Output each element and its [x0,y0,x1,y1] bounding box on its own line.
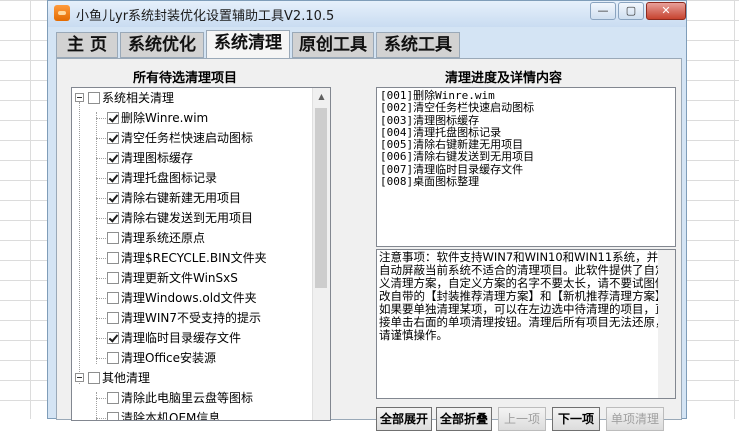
tree-item-label: 清理WIN7不受支持的提示 [121,311,262,325]
checkbox[interactable] [107,252,119,264]
right-panel-heading: 清理进度及详情内容 [445,71,563,86]
notice-text: 注意事项：软件支持WIN7和WIN10和WIN11系统，并且自动屏蔽当前系统不适… [379,250,673,342]
tree-vertical-scrollbar[interactable]: ▲ [312,88,330,420]
checkbox[interactable] [107,332,119,344]
notice-scrollbar[interactable] [658,250,675,398]
checkbox[interactable] [107,272,119,284]
tree-item-label: 清除本机OEM信息 [121,411,221,421]
checkbox[interactable] [107,212,119,224]
checkbox[interactable] [107,132,119,144]
maximize-button[interactable]: ▢ [618,2,644,20]
title-bar[interactable]: 小鱼儿yr系统封装优化设置辅助工具V2.10.5 — ▢ ✕ [48,1,686,27]
tree-connector [96,238,106,239]
collapse-all-button[interactable]: 全部折叠 [436,407,492,431]
tree-item-label: 清理$RECYCLE.BIN文件夹 [121,251,267,265]
tree-item-label: 清除右键新建无用项目 [121,191,242,205]
checkbox[interactable] [107,152,119,164]
tree-connector [96,358,106,359]
tree-connector [96,118,106,119]
prev-item-button[interactable]: 上一项 [498,407,546,431]
checkbox[interactable] [107,312,119,324]
scroll-thumb[interactable] [315,108,327,288]
tab-system-optimize[interactable]: 系统优化 [120,32,204,58]
checkbox[interactable] [107,112,119,124]
scroll-up-arrow-icon[interactable]: ▲ [313,88,330,105]
tree-connector [96,392,97,420]
expand-all-button[interactable]: 全部展开 [376,407,432,431]
clean-panel: 所有待选清理项目 清理进度及详情内容 系统相关清理 删除Winre.wim 清空任… [56,58,682,431]
tree-connector [79,102,80,384]
tab-system-tools[interactable]: 系统工具 [376,32,460,58]
checkbox[interactable] [107,232,119,244]
tree-item-label: 清除此电脑里云盘等图标 [121,391,254,405]
clean-item-tree[interactable]: 系统相关清理 删除Winre.wim 清空任务栏快速启动图标 清理图标缓存清理托盘图… [71,87,331,421]
window-title: 小鱼儿yr系统封装优化设置辅助工具V2.10.5 [76,9,335,24]
tree-item-label: 清理临时目录缓存文件 [121,331,242,345]
tree-group-label: 系统相关清理 [102,91,175,105]
tree-item-label: 清理Windows.old文件夹 [121,291,257,305]
next-item-button[interactable]: 下一项 [552,407,600,431]
checkbox[interactable] [107,172,119,184]
tree-connector [96,178,106,179]
checkbox[interactable] [88,372,100,384]
tree-item-label: 删除Winre.wim [121,111,209,125]
minimize-button[interactable]: — [590,2,616,20]
tree-item-label: 清理图标缓存 [121,151,194,165]
tree-connector [96,138,106,139]
tree-connector [96,258,106,259]
tree-connector [96,298,106,299]
close-button[interactable]: ✕ [646,2,686,20]
log-line: [008]桌面图标整理 [380,175,480,189]
tree-group-label: 其他清理 [102,371,151,385]
checkbox[interactable] [107,392,119,404]
collapse-icon[interactable] [75,93,84,102]
tree-item-label: 清理系统还原点 [121,231,206,245]
tree-connector [96,338,106,339]
checkbox[interactable] [107,352,119,364]
fish-app-icon [54,5,70,21]
tree-connector [96,278,106,279]
tree-item-label: 清理托盘图标记录 [121,171,218,185]
tree-connector [96,398,106,399]
tab-original-tools[interactable]: 原创工具 [292,32,374,58]
checkbox[interactable] [88,92,100,104]
collapse-icon[interactable] [75,373,84,382]
single-clean-button[interactable]: 单项清理 [606,407,664,431]
log-line: [002]清空任务栏快速启动图标 [380,101,535,115]
app-window: 小鱼儿yr系统封装优化设置辅助工具V2.10.5 — ▢ ✕ 主 页 系统优化 … [47,0,687,431]
tree-item-label: 清理更新文件WinSxS [121,271,238,285]
checkbox[interactable] [107,412,119,420]
tree-item-label: 清空任务栏快速启动图标 [121,131,254,145]
checkbox[interactable] [107,292,119,304]
tab-home[interactable]: 主 页 [56,32,118,58]
notice-textbox[interactable]: 注意事项：软件支持WIN7和WIN10和WIN11系统，并且自动屏蔽当前系统不适… [376,249,676,399]
left-panel-heading: 所有待选清理项目 [133,71,238,86]
tree-connector [96,318,106,319]
log-line: [006]清除右键发送到无用项目 [380,150,535,164]
tree-connector [96,158,106,159]
clean-progress-log[interactable]: [001]删除Winre.wim [002]清空任务栏快速启动图标 [003]清理图… [376,87,676,247]
tree-item-label: 清理Office安装源 [121,351,217,365]
tab-system-clean[interactable]: 系统清理 [206,30,290,58]
tree-item-label: 清除右键发送到无用项目 [121,211,254,225]
tree-connector [96,218,106,219]
checkbox[interactable] [107,192,119,204]
tree-connector [96,198,106,199]
